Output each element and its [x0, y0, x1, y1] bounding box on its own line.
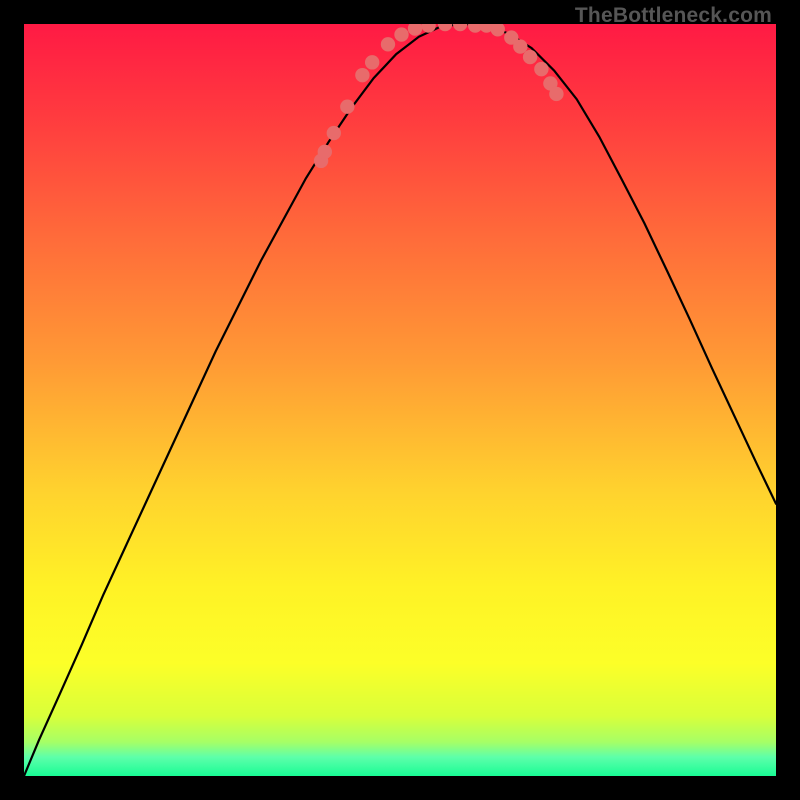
marker-dot	[523, 50, 537, 64]
watermark-label: TheBottleneck.com	[575, 4, 772, 28]
gradient-background	[24, 24, 776, 776]
marker-dot	[365, 55, 379, 69]
plot-area	[24, 24, 776, 776]
marker-dot	[340, 100, 354, 114]
marker-dot	[318, 145, 332, 159]
marker-dot	[381, 37, 395, 51]
marker-dot	[513, 39, 527, 53]
marker-dot	[327, 126, 341, 140]
marker-dot	[549, 87, 563, 101]
marker-dot	[534, 62, 548, 76]
chart-frame: TheBottleneck.com	[0, 0, 800, 800]
marker-dot	[394, 27, 408, 41]
marker-dot	[355, 68, 369, 82]
plot-svg	[24, 24, 776, 776]
